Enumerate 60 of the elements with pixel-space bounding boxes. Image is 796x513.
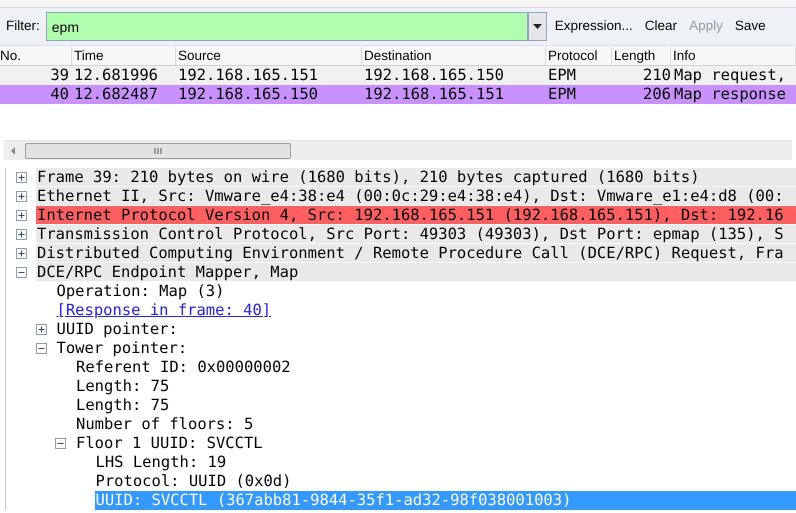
toolbar-button[interactable]: Expression... xyxy=(550,14,637,40)
table-cell-text: 192.168.165.151 xyxy=(363,85,505,104)
table-cell-text: 210 xyxy=(642,66,671,85)
collapse-icon[interactable] xyxy=(36,343,46,354)
tree-row[interactable]: Frame 39: 210 bytes on wire (1680 bits), 210 bytes captured (1680 bits) xyxy=(36,168,796,187)
left-arrow-icon[interactable] xyxy=(10,146,17,154)
tree-row[interactable]: Operation: Map (3) xyxy=(56,282,796,301)
column-header[interactable]: Destination xyxy=(362,47,546,65)
horizontal-scrollbar[interactable] xyxy=(4,140,792,160)
table-cell-text: 192.168.165.150 xyxy=(177,85,319,104)
expand-icon[interactable] xyxy=(16,248,27,259)
table-cell-text: 12.681996 xyxy=(73,66,159,85)
toolbar-button[interactable]: Clear xyxy=(640,14,682,40)
toolbar-button[interactable]: Save xyxy=(730,14,770,40)
expand-icon[interactable] xyxy=(16,210,27,221)
column-header[interactable]: Info xyxy=(671,47,796,65)
packet-row[interactable]: 40 12.682487 192.168.165.150 192.168.165.151 EPM 206 Map response xyxy=(0,85,796,104)
tree-row[interactable]: Length: 75 xyxy=(75,396,796,415)
column-header[interactable]: No. xyxy=(0,47,72,65)
table-cell-text: EPM xyxy=(547,85,577,104)
column-header[interactable]: Source xyxy=(176,47,362,65)
column-header[interactable]: Time xyxy=(72,47,176,65)
tree-row[interactable]: Number of floors: 5 xyxy=(75,415,796,434)
expand-icon[interactable] xyxy=(16,172,27,183)
table-cell-text: 192.168.165.151 xyxy=(177,66,319,85)
grip-icon xyxy=(154,148,162,154)
caret-icon xyxy=(532,24,542,29)
tree-row[interactable]: Length: 75 xyxy=(75,377,796,396)
collapse-icon[interactable] xyxy=(55,438,66,449)
table-cell-text: Map response xyxy=(673,85,787,104)
tree-row[interactable]: Ethernet II, Src: Vmware_e4:38:e4 (00:0c:29:e4:38:e4), Dst: Vmware_e1:e4:d8 (00: xyxy=(36,187,796,206)
tree-row[interactable]: Protocol: UUID (0x0d) xyxy=(94,472,796,491)
tree-row[interactable]: Tower pointer: xyxy=(56,339,796,358)
scrollbar-thumb[interactable] xyxy=(25,142,291,158)
expand-icon[interactable] xyxy=(16,191,27,202)
tree-row[interactable]: Floor 1 UUID: SVCCTL xyxy=(75,434,796,453)
table-cell-text: 39 xyxy=(49,66,70,85)
table-cell-text: EPM xyxy=(547,66,577,85)
filter-label: Filter: xyxy=(6,17,41,36)
table-cell-text: 192.168.165.150 xyxy=(363,66,505,85)
tree-row[interactable]: DCE/RPC Endpoint Mapper, Map xyxy=(36,263,796,282)
table-cell-text: Map request, xyxy=(673,66,787,85)
filter-field[interactable]: epm xyxy=(46,12,528,41)
expand-icon[interactable] xyxy=(36,324,46,335)
tree-row[interactable]: Referent ID: 0x00000002 xyxy=(75,358,796,377)
table-cell-text: 206 xyxy=(642,85,671,104)
frame-link[interactable]: [Response in frame: 40] xyxy=(56,301,796,320)
packet-row[interactable]: 39 12.681996 192.168.165.151 192.168.165.150 EPM 210 Map request, xyxy=(0,66,796,85)
column-header[interactable]: Length xyxy=(612,47,671,65)
table-cell-text: 40 xyxy=(49,85,70,104)
collapse-icon[interactable] xyxy=(16,267,27,278)
dropdown-button[interactable] xyxy=(528,12,547,41)
tree-row[interactable]: Distributed Computing Environment / Remote Procedure Call (DCE/RPC) Request, Fra xyxy=(36,244,796,263)
tree-row[interactable]: Transmission Control Protocol, Src Port: 49303 (49303), Dst Port: epmap (135), S xyxy=(36,225,796,244)
column-header[interactable]: Protocol xyxy=(546,47,612,65)
table-cell-text: 12.682487 xyxy=(73,85,159,104)
tree-row[interactable]: LHS Length: 19 xyxy=(94,453,796,472)
tree-row[interactable]: UUID pointer: xyxy=(56,320,796,339)
tree-row[interactable]: Internet Protocol Version 4, Src: 192.168.165.151 (192.168.165.151), Dst: 192.16 xyxy=(36,206,796,225)
expand-icon[interactable] xyxy=(16,229,27,240)
